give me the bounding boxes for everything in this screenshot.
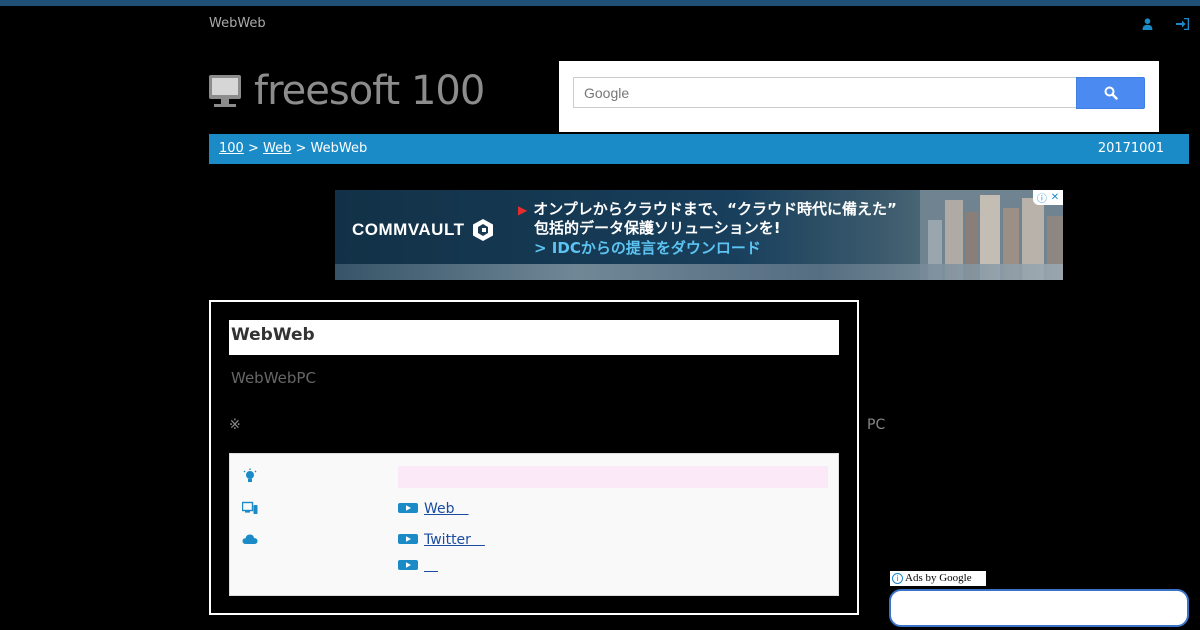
note-mark: ※ (229, 417, 241, 433)
card-subtitle: WebWebPC (231, 369, 316, 387)
search-input[interactable] (573, 77, 1077, 108)
ad-link-pill[interactable] (889, 589, 1189, 627)
info-link-web[interactable]: Web (398, 498, 469, 518)
note-pc: PC (867, 417, 886, 433)
link-web-suffix (455, 501, 469, 517)
search-button[interactable] (1076, 77, 1145, 109)
ads-by-google-label[interactable]: i Ads by Google (890, 571, 986, 586)
user-icon[interactable] (1142, 18, 1153, 30)
devices-icon (242, 501, 258, 514)
play-button-icon (398, 503, 418, 513)
ad-cta[interactable]: > IDCからの提言をダウンロード (534, 237, 761, 258)
software-card: WebWeb WebWebPC Web Twitter (209, 300, 859, 615)
cloud-icon (242, 534, 258, 544)
monitor-icon (209, 75, 241, 107)
ad-headline: ▶ オンプレからクラウドまで、“クラウド時代に備えた” (518, 198, 897, 219)
login-icon[interactable] (1176, 18, 1189, 30)
info-box: Web Twitter (229, 453, 839, 596)
link-web-label: Web (424, 501, 455, 517)
logo-text: freesoft 100 (254, 68, 485, 114)
close-icon[interactable]: ✕ (1051, 192, 1059, 203)
card-title: WebWeb (229, 320, 839, 355)
info-icon[interactable]: ⓘ (1037, 190, 1047, 205)
play-button-icon (398, 560, 418, 570)
ad-banner[interactable]: COMMVAULT ▶ オンプレからクラウドまで、“クラウド時代に備えた” 包括的… (335, 190, 1063, 280)
breadcrumb-link-web[interactable]: Web (263, 141, 291, 156)
play-triangle-icon: ▶ (518, 203, 528, 217)
lightbulb-icon (243, 468, 257, 482)
ad-city-strip (335, 264, 1063, 280)
site-name[interactable]: WebWeb (209, 16, 266, 31)
search-box (559, 61, 1159, 132)
search-icon (1104, 86, 1118, 100)
ad-choices[interactable]: ⓘ ✕ (1033, 190, 1063, 205)
ad-brand: COMMVAULT (352, 220, 465, 239)
link-twitter[interactable]: Twitter (424, 529, 485, 549)
update-date: 20171001 (1097, 141, 1164, 156)
info-link-twitter[interactable]: Twitter (398, 529, 485, 549)
link-other[interactable] (424, 555, 438, 575)
ads-by-google-text: Ads by Google (905, 572, 972, 584)
link-other-suffix (424, 558, 438, 574)
breadcrumb-separator: > (247, 141, 259, 156)
link-web[interactable]: Web (424, 498, 469, 518)
site-logo[interactable]: freesoft 100 (208, 68, 485, 114)
link-twitter-label: Twitter (424, 532, 471, 548)
info-icon: i (892, 573, 903, 584)
commvault-logo-icon (473, 219, 493, 241)
link-twitter-suffix (471, 532, 485, 548)
ad-headline-text: オンプレからクラウドまで、“クラウド時代に備えた” (533, 200, 897, 218)
play-button-icon (398, 534, 418, 544)
breadcrumb-separator: > (295, 141, 307, 156)
breadcrumb-link-home[interactable]: 100 (219, 141, 244, 156)
info-highlight-cell (398, 466, 828, 488)
breadcrumb: 100 > Web > WebWeb 20171001 (209, 134, 1189, 164)
top-accent-bar (0, 0, 1200, 6)
info-link-other[interactable] (398, 555, 438, 575)
ad-subline: 包括的データ保護ソリューションを! (534, 219, 781, 237)
breadcrumb-current: WebWeb (310, 141, 368, 156)
